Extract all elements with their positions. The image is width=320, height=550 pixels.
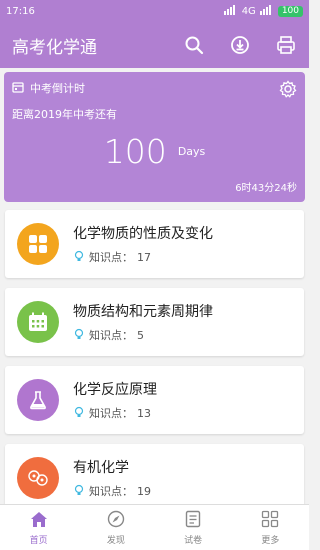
topic-meta-label: 知识点： — [89, 251, 133, 264]
calendar-icon — [12, 81, 24, 96]
search-icon[interactable] — [183, 34, 205, 56]
status-indicators: 4G 100 — [223, 4, 303, 18]
flask-icon — [17, 379, 59, 421]
home-icon — [29, 510, 49, 531]
topic-title: 化学反应原理 — [73, 382, 157, 398]
lightbulb-icon — [73, 406, 85, 421]
topic-card[interactable]: 化学物质的性质及变化 知识点： 17 — [5, 210, 304, 278]
topic-meta-label: 知识点： — [89, 407, 133, 420]
signal-icon-2 — [259, 4, 274, 18]
compass-icon — [107, 510, 125, 531]
topic-card[interactable]: 化学反应原理 知识点： 13 — [5, 366, 304, 434]
countdown-time-left: 6时43分24秒 — [235, 183, 297, 194]
countdown-card: 中考倒计时 距离2019年中考还有 100 Days 6时43分24秒 — [4, 72, 305, 202]
topic-title: 有机化学 — [73, 460, 129, 476]
battery-icon: 100 — [277, 5, 303, 17]
countdown-subtitle: 距离2019年中考还有 — [12, 108, 117, 121]
countdown-label: 中考倒计时 — [30, 82, 85, 95]
status-time: 17:16 — [6, 5, 35, 17]
topic-count: 17 — [137, 250, 151, 264]
topic-meta: 知识点： 5 — [73, 327, 213, 343]
nav-papers[interactable]: 试卷 — [155, 505, 232, 550]
topic-meta: 知识点： 17 — [73, 249, 213, 265]
nav-more-label: 更多 — [261, 535, 280, 546]
countdown-days: 100 Days — [4, 132, 305, 171]
network-type: 4G — [241, 5, 256, 17]
lightbulb-icon — [73, 484, 85, 499]
bottom-nav: 首页 发现 试卷 更多 — [0, 504, 309, 550]
document-icon — [185, 510, 201, 531]
download-icon[interactable] — [229, 34, 251, 56]
status-bar: 17:16 4G 100 — [0, 0, 309, 22]
days-unit: Days — [177, 145, 206, 158]
app-bar: 高考化学通 — [0, 22, 309, 68]
app-actions — [183, 34, 297, 56]
topic-count: 19 — [137, 484, 151, 498]
grid-icon — [17, 223, 59, 265]
topic-count: 13 — [137, 406, 151, 420]
print-icon[interactable] — [275, 34, 297, 56]
nav-home[interactable]: 首页 — [0, 505, 77, 550]
topic-meta-label: 知识点： — [89, 329, 133, 342]
topic-meta-label: 知识点： — [89, 485, 133, 498]
days-number: 100 — [103, 132, 167, 171]
molecule-icon — [17, 457, 59, 499]
topic-meta: 知识点： 19 — [73, 483, 151, 499]
topic-title: 物质结构和元素周期律 — [73, 304, 213, 320]
app-title: 高考化学通 — [12, 37, 97, 58]
calendar-grid-icon — [17, 301, 59, 343]
lightbulb-icon — [73, 250, 85, 265]
nav-more[interactable]: 更多 — [232, 505, 309, 550]
countdown-header: 中考倒计时 — [12, 80, 297, 96]
topic-card[interactable]: 有机化学 知识点： 19 — [5, 444, 304, 512]
nav-home-label: 首页 — [29, 535, 48, 546]
nav-discover-label: 发现 — [106, 535, 125, 546]
grid-more-icon — [261, 510, 279, 531]
settings-gear-icon[interactable] — [279, 80, 297, 102]
topic-title: 化学物质的性质及变化 — [73, 226, 213, 242]
signal-icon — [223, 4, 238, 18]
nav-discover[interactable]: 发现 — [77, 505, 154, 550]
lightbulb-icon — [73, 328, 85, 343]
topic-card[interactable]: 物质结构和元素周期律 知识点： 5 — [5, 288, 304, 356]
topic-count: 5 — [137, 328, 144, 342]
topic-meta: 知识点： 13 — [73, 405, 157, 421]
nav-papers-label: 试卷 — [184, 535, 203, 546]
